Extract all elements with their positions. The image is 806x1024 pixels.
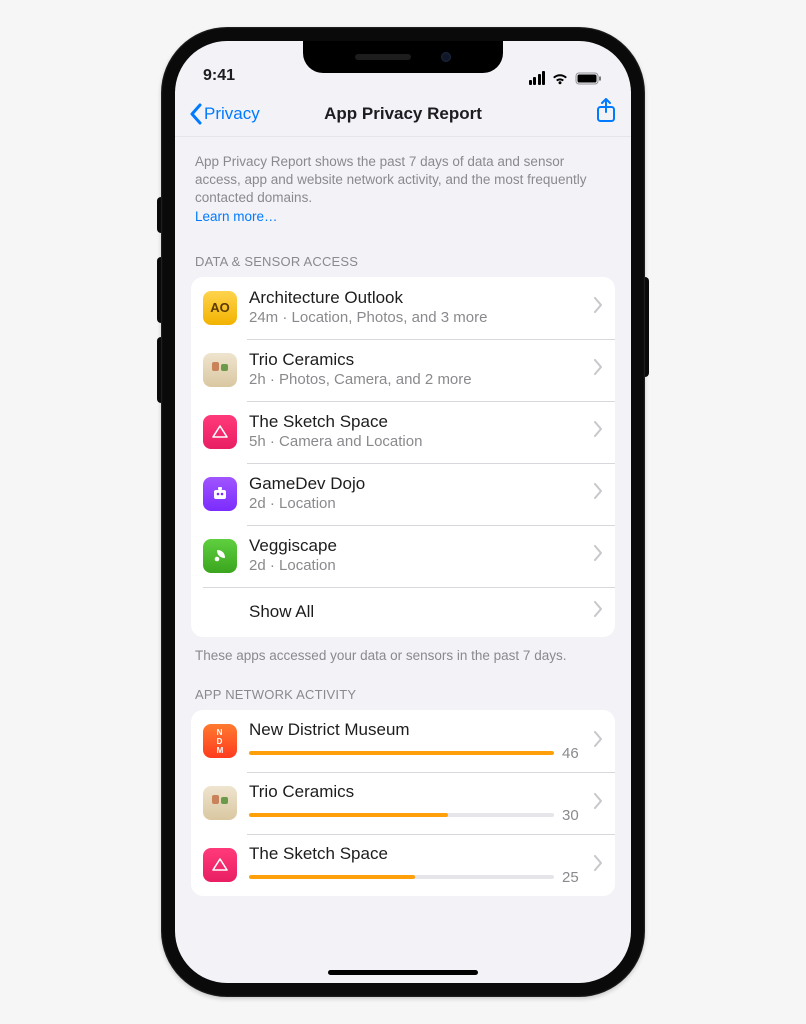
chevron-right-icon	[594, 793, 603, 814]
app-icon: NDM	[203, 724, 237, 758]
chevron-right-icon	[594, 731, 603, 752]
intro-text: App Privacy Report shows the past 7 days…	[195, 154, 586, 205]
app-name: Trio Ceramics	[249, 350, 588, 370]
chevron-right-icon	[594, 297, 603, 318]
progress-fill	[249, 875, 415, 879]
status-time: 9:41	[203, 67, 235, 85]
data-access-list: AO Architecture Outlook 24m · Location, …	[191, 277, 615, 637]
app-row[interactable]: GameDev Dojo 2d · Location	[191, 463, 615, 525]
app-name: Architecture Outlook	[249, 288, 588, 308]
progress-bar	[249, 875, 554, 879]
app-subtitle: 2d · Location	[249, 495, 588, 514]
app-icon	[203, 786, 237, 820]
front-camera	[441, 52, 451, 62]
screen: 9:41 Privacy App Privacy Report	[175, 41, 631, 983]
app-name: GameDev Dojo	[249, 474, 588, 494]
section-footer-data-access: These apps accessed your data or sensors…	[191, 637, 615, 665]
share-icon	[595, 98, 617, 124]
app-icon: AO	[203, 291, 237, 325]
show-all-row[interactable]: Show All	[191, 587, 615, 637]
app-name: The Sketch Space	[249, 412, 588, 432]
app-icon	[203, 477, 237, 511]
show-all-label: Show All	[249, 602, 588, 622]
progress-value: 25	[562, 869, 588, 886]
wifi-icon	[551, 72, 569, 85]
chevron-right-icon	[594, 359, 603, 380]
progress-fill	[249, 751, 554, 755]
page-title: App Privacy Report	[324, 104, 482, 124]
battery-icon	[575, 72, 603, 85]
app-row[interactable]: Trio Ceramics 30	[191, 772, 615, 834]
home-indicator[interactable]	[328, 970, 478, 975]
share-button[interactable]	[595, 98, 617, 129]
network-activity-list: NDM New District Museum 46	[191, 710, 615, 896]
app-subtitle: 2h · Photos, Camera, and 2 more	[249, 371, 588, 390]
side-button	[645, 277, 649, 377]
section-header-data-access: DATA & SENSOR ACCESS	[191, 232, 615, 277]
progress-bar	[249, 751, 554, 755]
app-row[interactable]: Veggiscape 2d · Location	[191, 525, 615, 587]
chevron-right-icon	[594, 601, 603, 622]
side-button	[157, 257, 161, 323]
app-icon	[203, 415, 237, 449]
progress-bar	[249, 813, 554, 817]
nav-bar: Privacy App Privacy Report	[175, 91, 631, 137]
chevron-right-icon	[594, 421, 603, 442]
spacer	[203, 595, 237, 629]
back-button[interactable]: Privacy	[189, 103, 260, 125]
chevron-right-icon	[594, 855, 603, 876]
app-icon	[203, 539, 237, 573]
app-icon	[203, 848, 237, 882]
side-button	[157, 197, 161, 233]
section-header-network: APP NETWORK ACTIVITY	[191, 665, 615, 710]
content-scroll[interactable]: App Privacy Report shows the past 7 days…	[175, 137, 631, 983]
chevron-right-icon	[594, 545, 603, 566]
app-name: Trio Ceramics	[249, 782, 588, 802]
app-subtitle: 2d · Location	[249, 557, 588, 576]
cellular-icon	[529, 71, 546, 85]
progress-value: 30	[562, 807, 588, 824]
app-row[interactable]: The Sketch Space 5h · Camera and Locatio…	[191, 401, 615, 463]
progress-fill	[249, 813, 448, 817]
app-name: New District Museum	[249, 720, 588, 740]
app-row[interactable]: AO Architecture Outlook 24m · Location, …	[191, 277, 615, 339]
chevron-right-icon	[594, 483, 603, 504]
progress-value: 46	[562, 745, 588, 762]
speaker-grille	[355, 54, 411, 60]
intro-block: App Privacy Report shows the past 7 days…	[191, 137, 615, 232]
app-subtitle: 5h · Camera and Location	[249, 433, 588, 452]
learn-more-link[interactable]: Learn more…	[195, 209, 278, 224]
app-row[interactable]: Trio Ceramics 2h · Photos, Camera, and 2…	[191, 339, 615, 401]
phone-frame: 9:41 Privacy App Privacy Report	[161, 27, 645, 997]
app-row[interactable]: NDM New District Museum 46	[191, 710, 615, 772]
app-name: The Sketch Space	[249, 844, 588, 864]
side-button	[157, 337, 161, 403]
app-subtitle: 24m · Location, Photos, and 3 more	[249, 309, 588, 328]
app-row[interactable]: The Sketch Space 25	[191, 834, 615, 896]
notch	[303, 41, 503, 73]
status-indicators	[529, 71, 604, 85]
back-label: Privacy	[204, 104, 260, 124]
app-icon	[203, 353, 237, 387]
app-name: Veggiscape	[249, 536, 588, 556]
chevron-left-icon	[189, 103, 202, 125]
